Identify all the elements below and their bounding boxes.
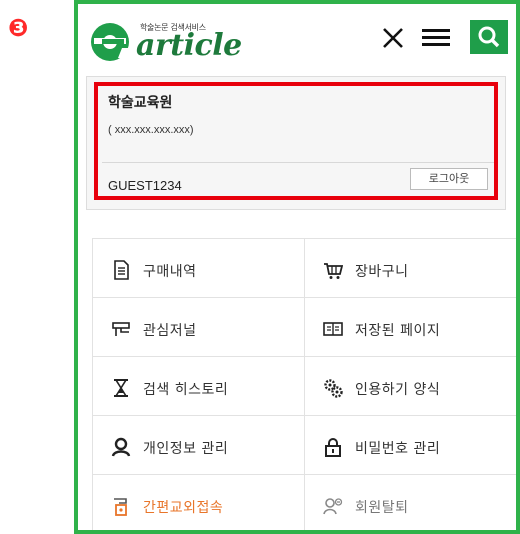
person-icon xyxy=(111,437,131,457)
menu-item-purchase-history[interactable]: 구매내역 xyxy=(93,239,305,298)
search-icon xyxy=(478,26,500,48)
menu-item-label: 개인정보 관리 xyxy=(143,441,229,457)
gears-icon xyxy=(324,379,343,398)
menu-item-remote-access[interactable]: 간편교외접속 xyxy=(93,475,305,530)
my-menu-grid: 구매내역 장바구니 관심저널 저장된 페이지 검색 히스토리 인용하기 양식 개… xyxy=(92,238,516,530)
menu-item-withdraw[interactable]: 회원탈퇴 xyxy=(305,475,516,530)
menu-item-cart[interactable]: 장바구니 xyxy=(305,239,516,298)
cart-icon xyxy=(324,263,343,279)
document-icon xyxy=(114,260,129,280)
step-number-badge: ❸ xyxy=(8,14,29,42)
menu-item-label: 구매내역 xyxy=(143,264,197,280)
highlight-box xyxy=(94,82,498,200)
journal-icon xyxy=(112,322,130,336)
menu-item-label: 장바구니 xyxy=(355,264,409,280)
earticle-logo[interactable]: 학술논문 검색서비스 article xyxy=(88,10,288,64)
menu-item-search-history[interactable]: 검색 히스토리 xyxy=(93,357,305,416)
menu-item-citation-style[interactable]: 인용하기 양식 xyxy=(305,357,516,416)
menu-item-label: 저장된 페이지 xyxy=(355,323,441,339)
hourglass-icon xyxy=(114,379,128,397)
header: 학술논문 검색서비스 article xyxy=(78,4,516,70)
menu-item-label: 비밀번호 관리 xyxy=(355,441,441,457)
menu-item-favorite-journals[interactable]: 관심저널 xyxy=(93,298,305,357)
menu-item-personal-info[interactable]: 개인정보 관리 xyxy=(93,416,305,475)
menu-item-label: 간편교외접속 xyxy=(143,500,224,516)
logo-e-icon xyxy=(91,23,129,61)
menu-button[interactable] xyxy=(420,22,450,52)
menu-item-label: 회원탈퇴 xyxy=(355,500,409,516)
logo-wordmark: article xyxy=(136,28,242,63)
close-button[interactable] xyxy=(378,22,408,52)
menu-item-saved-pages[interactable]: 저장된 페이지 xyxy=(305,298,516,357)
hamburger-icon xyxy=(422,29,450,46)
lock-icon xyxy=(325,438,341,457)
menu-item-password[interactable]: 비밀번호 관리 xyxy=(305,416,516,475)
close-icon xyxy=(383,28,403,48)
search-button[interactable] xyxy=(470,20,508,54)
menu-item-label: 관심저널 xyxy=(143,323,197,339)
mobile-menu-panel: 학술논문 검색서비스 article 학술교육원 ( xxx.xxx.xxx.x… xyxy=(74,0,520,534)
remote-access-icon xyxy=(114,498,127,516)
menu-item-label: 검색 히스토리 xyxy=(143,382,229,398)
menu-item-label: 인용하기 양식 xyxy=(355,382,441,398)
saved-page-icon xyxy=(323,322,343,336)
withdraw-icon xyxy=(323,498,343,515)
